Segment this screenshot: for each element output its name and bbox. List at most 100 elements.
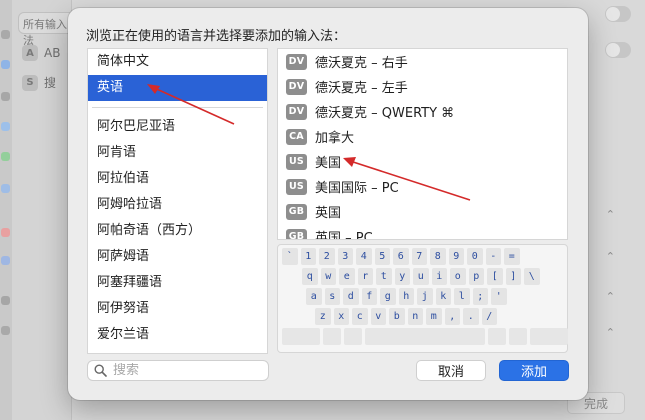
keyboard-key [530,328,568,345]
chevron-updown-icon: ⌃ [605,208,615,221]
language-item[interactable]: 阿姆哈拉语 [88,192,267,218]
sidebar-icon [1,122,10,131]
input-source-label: 德沃夏克 – 右手 [315,56,408,71]
input-source-item[interactable]: DV 德沃夏克 – 左手 [278,74,567,99]
language-item[interactable]: 简体中文 [88,49,267,75]
language-list[interactable]: 简体中文 英语 阿尔巴尼亚语 阿肯语 阿拉伯语 阿姆哈拉语 阿帕奇语（西方） 阿… [87,48,268,354]
keyboard-key: / [481,308,497,325]
keyboard-key: v [370,308,386,325]
sidebar-icon [1,152,10,161]
keyboard-key: 1 [300,248,316,265]
keyboard-key: [ [487,268,503,285]
language-item-selected[interactable]: 英语 [88,75,267,101]
keyboard-key: j [417,288,433,305]
input-source-badge: DV [286,53,307,70]
input-source-item[interactable]: DV 德沃夏克 – QWERTY ⌘ [278,99,567,124]
input-source-item[interactable]: DV 德沃夏克 – 右手 [278,49,567,74]
keyboard-key: \ [524,268,540,285]
keyboard-key: ' [491,288,507,305]
keyboard-key [488,328,506,345]
chevron-updown-icon: ⌃ [605,250,615,263]
input-source-badge: US [286,178,307,195]
background-row-label: AB [44,46,61,60]
sidebar-icon [1,30,10,39]
keyboard-key: u [413,268,429,285]
keyboard-row: ` 1 2 3 4 5 6 7 8 9 0- = [282,248,563,265]
search-input[interactable] [113,363,253,378]
keyboard-layout-preview: ` 1 2 3 4 5 6 7 8 9 0- = q w e r t y u i o p[] \ a s d f g h j k l; ' … [277,244,568,353]
keyboard-key: m [426,308,442,325]
keyboard-key: 4 [356,248,372,265]
keyboard-key: 2 [319,248,335,265]
keyboard-key: d [343,288,359,305]
keyboard-key: z [315,308,331,325]
chevron-updown-icon: ⌃ [605,290,615,303]
input-source-label: 德沃夏克 – 左手 [315,81,408,96]
language-item[interactable]: 阿塞拜疆语 [88,270,267,296]
input-source-label: 德沃夏克 – QWERTY ⌘ [315,106,455,121]
background-toggle[interactable] [605,42,631,58]
keyboard-key: k [435,288,451,305]
keyboard-key: ; [472,288,488,305]
input-source-item[interactable]: GB 英国 – PC [278,224,567,240]
sidebar-icon [1,296,10,305]
keyboard-key [365,328,485,345]
keyboard-key: ] [505,268,521,285]
keyboard-key: w [320,268,336,285]
keyboard-key: a [306,288,322,305]
keyboard-key: = [504,248,520,265]
background-row-label: 搜 [44,76,57,90]
search-field[interactable] [87,360,269,381]
keyboard-key: - [485,248,501,265]
sheet-title: 浏览正在使用的语言并选择要添加的输入法： [86,29,347,44]
keyboard-key: r [357,268,373,285]
keyboard-key: h [398,288,414,305]
input-source-badge: DV [286,103,307,120]
input-source-badge: DV [286,78,307,95]
sidebar-icon [1,228,10,237]
input-source-label: 美国 [315,156,342,171]
keyboard-key [323,328,341,345]
input-source-item[interactable]: US 美国 [278,149,567,174]
input-source-badge: US [286,153,307,170]
search-icon [94,364,107,377]
input-source-item[interactable]: CA 加拿大 [278,124,567,149]
keyboard-key: e [339,268,355,285]
keyboard-row: a s d f g h j k l; ' [282,288,563,305]
keyboard-key [509,328,527,345]
sidebar-icon [1,92,10,101]
add-input-source-sheet: 浏览正在使用的语言并选择要添加的输入法： 简体中文 英语 阿尔巴尼亚语 阿肯语 … [68,8,588,400]
input-source-badge: GB [286,228,307,239]
language-item[interactable]: 阿伊努语 [88,296,267,322]
add-button[interactable]: 添加 [499,360,569,381]
language-item[interactable]: 阿拉伯语 [88,166,267,192]
input-source-item[interactable]: GB 英国 [278,199,567,224]
keyboard-key: f [361,288,377,305]
language-item[interactable]: 阿帕奇语（西方） [88,218,267,244]
keyboard-key: ` [282,248,298,265]
keyboard-key: y [394,268,410,285]
keyboard-key: 5 [374,248,390,265]
language-item[interactable]: 阿尔巴尼亚语 [88,114,267,140]
keyboard-key: l [454,288,470,305]
language-item[interactable]: 爱尔兰语 [88,322,267,348]
input-source-list[interactable]: DV 德沃夏克 – 右手 DV 德沃夏克 – 左手 DV 德沃夏克 – QWER… [277,48,568,240]
input-source-label: 美国国际 – PC [315,181,399,196]
cancel-button[interactable]: 取消 [416,360,486,381]
keyboard-key: i [431,268,447,285]
input-source-label: 英国 – PC [315,231,373,240]
keyboard-key: . [463,308,479,325]
input-source-badge: CA [286,128,307,145]
keyboard-key: p [468,268,484,285]
language-item[interactable]: 阿萨姆语 [88,244,267,270]
input-source-item[interactable]: US 美国国际 – PC [278,174,567,199]
keyboard-row [282,328,568,345]
keyboard-key: n [407,308,423,325]
sidebar-icon [1,326,10,335]
keyboard-key: 0 [467,248,483,265]
keyboard-key: s [324,288,340,305]
keyboard-key: b [389,308,405,325]
background-toggle[interactable] [605,6,631,22]
keyboard-key: g [380,288,396,305]
language-item[interactable]: 阿肯语 [88,140,267,166]
